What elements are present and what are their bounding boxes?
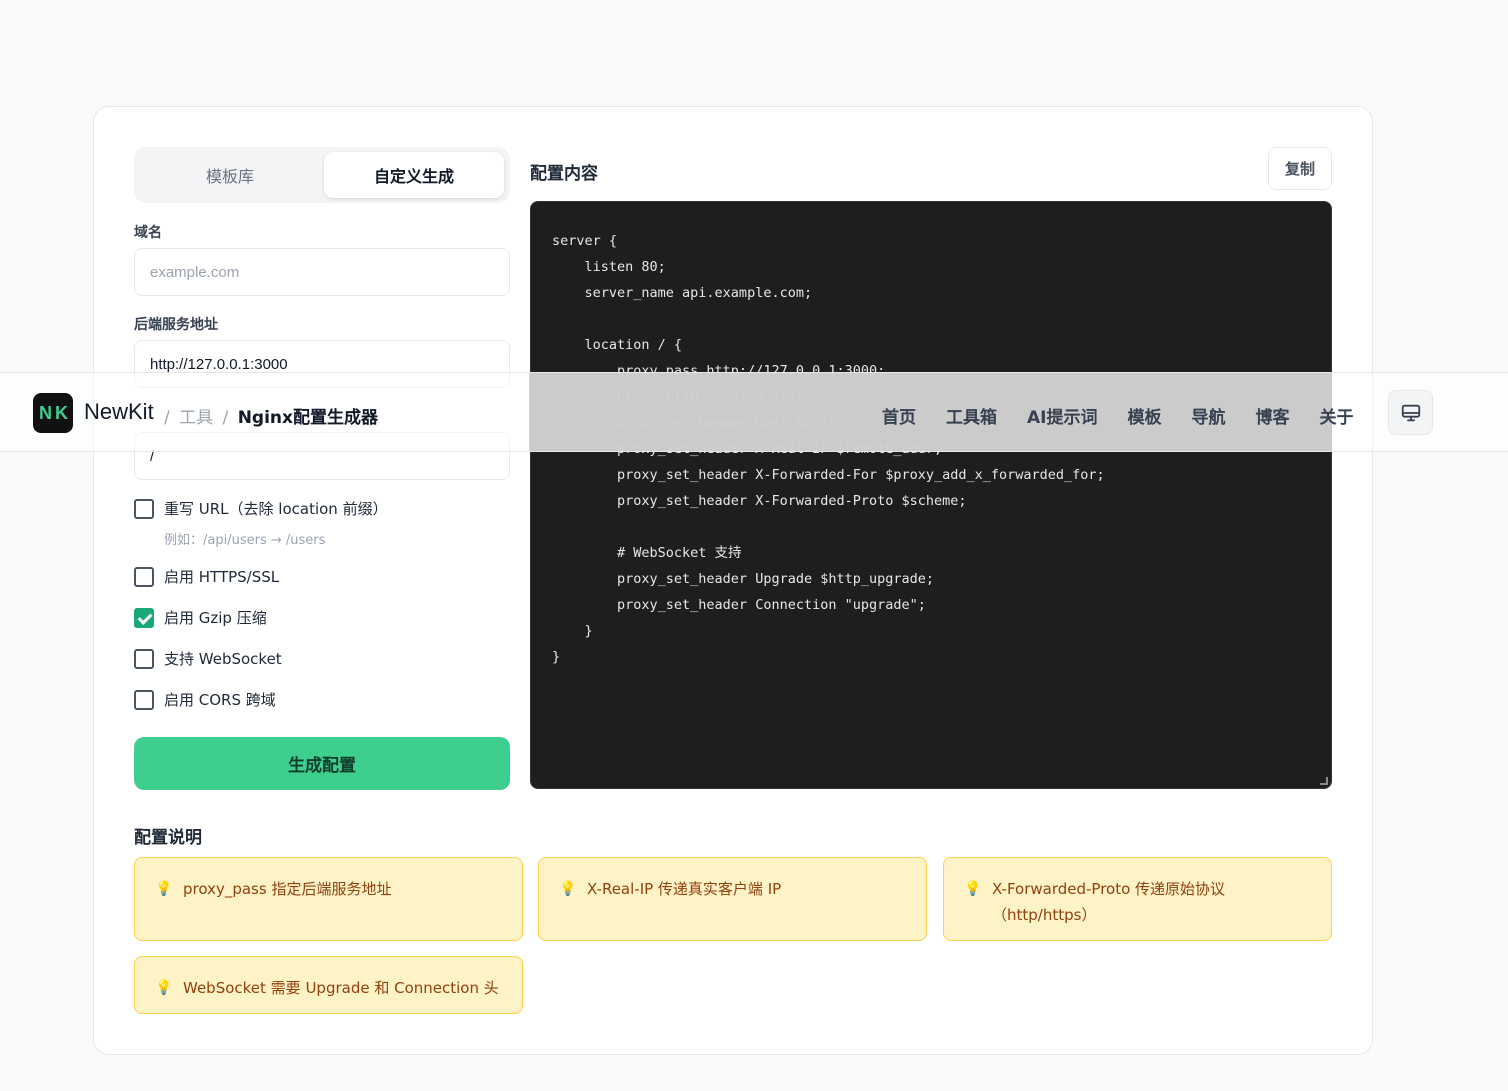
lightbulb-icon: 💡 [155, 881, 173, 897]
mode-tabs: 模板库 自定义生成 [134, 147, 510, 203]
brand-name[interactable]: NewKit [84, 399, 154, 425]
tip-card: 💡 X-Real-IP 传递真实客户端 IP [538, 857, 927, 941]
https-checkbox[interactable] [134, 566, 154, 587]
main-nav: 首页 工具箱 AI提示词 模板 导航 博客 关于 [882, 403, 1383, 428]
breadcrumb-separator: / [164, 408, 170, 428]
resize-handle[interactable] [1320, 777, 1328, 785]
tip-card: 💡 WebSocket 需要 Upgrade 和 Connection 头 [134, 956, 523, 1014]
rewrite-url-option[interactable]: 重写 URL（去除 location 前缀） [134, 498, 388, 519]
tip-card: 💡 proxy_pass 指定后端服务地址 [134, 857, 523, 941]
theme-toggle-button[interactable] [1388, 390, 1433, 435]
domain-label: 域名 [134, 225, 162, 241]
breadcrumb-separator: / [222, 408, 229, 428]
gzip-checkbox[interactable] [134, 607, 154, 628]
gzip-option[interactable]: 启用 Gzip 压缩 [134, 607, 267, 628]
config-code-area[interactable]: server { listen 80; server_name api.exam… [530, 201, 1332, 789]
https-option[interactable]: 启用 HTTPS/SSL [134, 566, 279, 587]
lightbulb-icon: 💡 [155, 980, 173, 996]
explain-title: 配置说明 [134, 828, 202, 848]
nav-ai-prompts[interactable]: AI提示词 [1027, 403, 1097, 428]
domain-input[interactable] [134, 248, 510, 296]
cors-option[interactable]: 启用 CORS 跨域 [134, 689, 276, 710]
lightbulb-icon: 💡 [559, 881, 577, 897]
rewrite-checkbox[interactable] [134, 498, 154, 519]
gzip-label: 启用 Gzip 压缩 [164, 609, 267, 627]
backend-label: 后端服务地址 [134, 317, 218, 333]
cors-checkbox[interactable] [134, 689, 154, 710]
nav-blog[interactable]: 博客 [1255, 403, 1289, 428]
breadcrumb-tools[interactable]: 工具 [179, 408, 213, 428]
site-header: N K NewKit / 工具 / Nginx配置生成器 首页 工具箱 AI提示… [0, 372, 1508, 452]
tab-template-library[interactable]: 模板库 [140, 152, 320, 198]
websocket-option[interactable]: 支持 WebSocket [134, 648, 282, 669]
nav-toolbox[interactable]: 工具箱 [946, 403, 997, 428]
websocket-label: 支持 WebSocket [164, 650, 282, 668]
lightbulb-icon: 💡 [964, 881, 982, 897]
config-title: 配置内容 [530, 164, 598, 184]
nav-about[interactable]: 关于 [1319, 403, 1353, 428]
tip-text: WebSocket 需要 Upgrade 和 Connection 头 [183, 979, 499, 997]
tab-custom-generate[interactable]: 自定义生成 [324, 152, 504, 198]
rewrite-label: 重写 URL（去除 location 前缀） [164, 500, 388, 518]
tip-text: X-Real-IP 传递真实客户端 IP [587, 880, 782, 898]
websocket-checkbox[interactable] [134, 648, 154, 669]
cors-label: 启用 CORS 跨域 [164, 691, 276, 709]
generator-card: 模板库 自定义生成 域名 后端服务地址 重写 URL（去除 location 前… [93, 106, 1373, 1055]
copy-button[interactable]: 复制 [1268, 147, 1332, 190]
tip-text: proxy_pass 指定后端服务地址 [183, 880, 392, 898]
nav-templates[interactable]: 模板 [1127, 403, 1161, 428]
newkit-logo[interactable]: N K [33, 393, 73, 433]
rewrite-hint: 例如：/api/users → /users [164, 533, 326, 548]
tip-card: 💡 X-Forwarded-Proto 传递原始协议（http/https） [943, 857, 1332, 941]
nav-home[interactable]: 首页 [882, 403, 916, 428]
breadcrumb: / 工具 / Nginx配置生成器 [160, 403, 378, 428]
tip-text: X-Forwarded-Proto 传递原始协议（http/https） [992, 880, 1226, 924]
nav-navigation[interactable]: 导航 [1191, 403, 1225, 428]
https-label: 启用 HTTPS/SSL [164, 568, 280, 586]
generate-config-button[interactable]: 生成配置 [134, 737, 510, 790]
monitor-icon [1401, 404, 1420, 421]
breadcrumb-current: Nginx配置生成器 [237, 408, 378, 428]
